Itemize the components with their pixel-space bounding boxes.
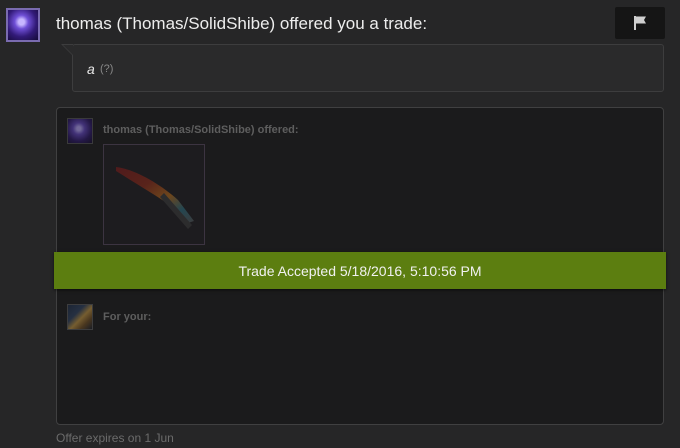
trade-accepted-text: Trade Accepted 5/18/2016, 5:10:56 PM <box>238 262 482 279</box>
bubble-tail-inner <box>63 45 73 55</box>
offer-expiry-text: Offer expires on 1 Jun <box>56 431 174 445</box>
partner-avatar[interactable] <box>6 8 40 42</box>
knife-item-icon <box>116 167 194 229</box>
offer-message-text: a <box>87 61 95 77</box>
flag-icon <box>634 16 646 30</box>
for-your-label: For your: <box>103 311 152 323</box>
my-small-avatar <box>67 304 93 330</box>
trade-accepted-banner: Trade Accepted 5/18/2016, 5:10:56 PM <box>54 252 666 289</box>
offered-label: thomas (Thomas/SolidShibe) offered: <box>103 124 299 136</box>
report-flag-button[interactable] <box>615 7 665 39</box>
help-hint-link[interactable]: (?) <box>100 63 113 75</box>
partner-small-avatar <box>67 118 93 144</box>
offered-item-slot[interactable] <box>103 144 205 245</box>
offer-message-box: a (?) <box>61 44 664 92</box>
trade-offer-title: thomas (Thomas/SolidShibe) offered you a… <box>56 14 428 33</box>
